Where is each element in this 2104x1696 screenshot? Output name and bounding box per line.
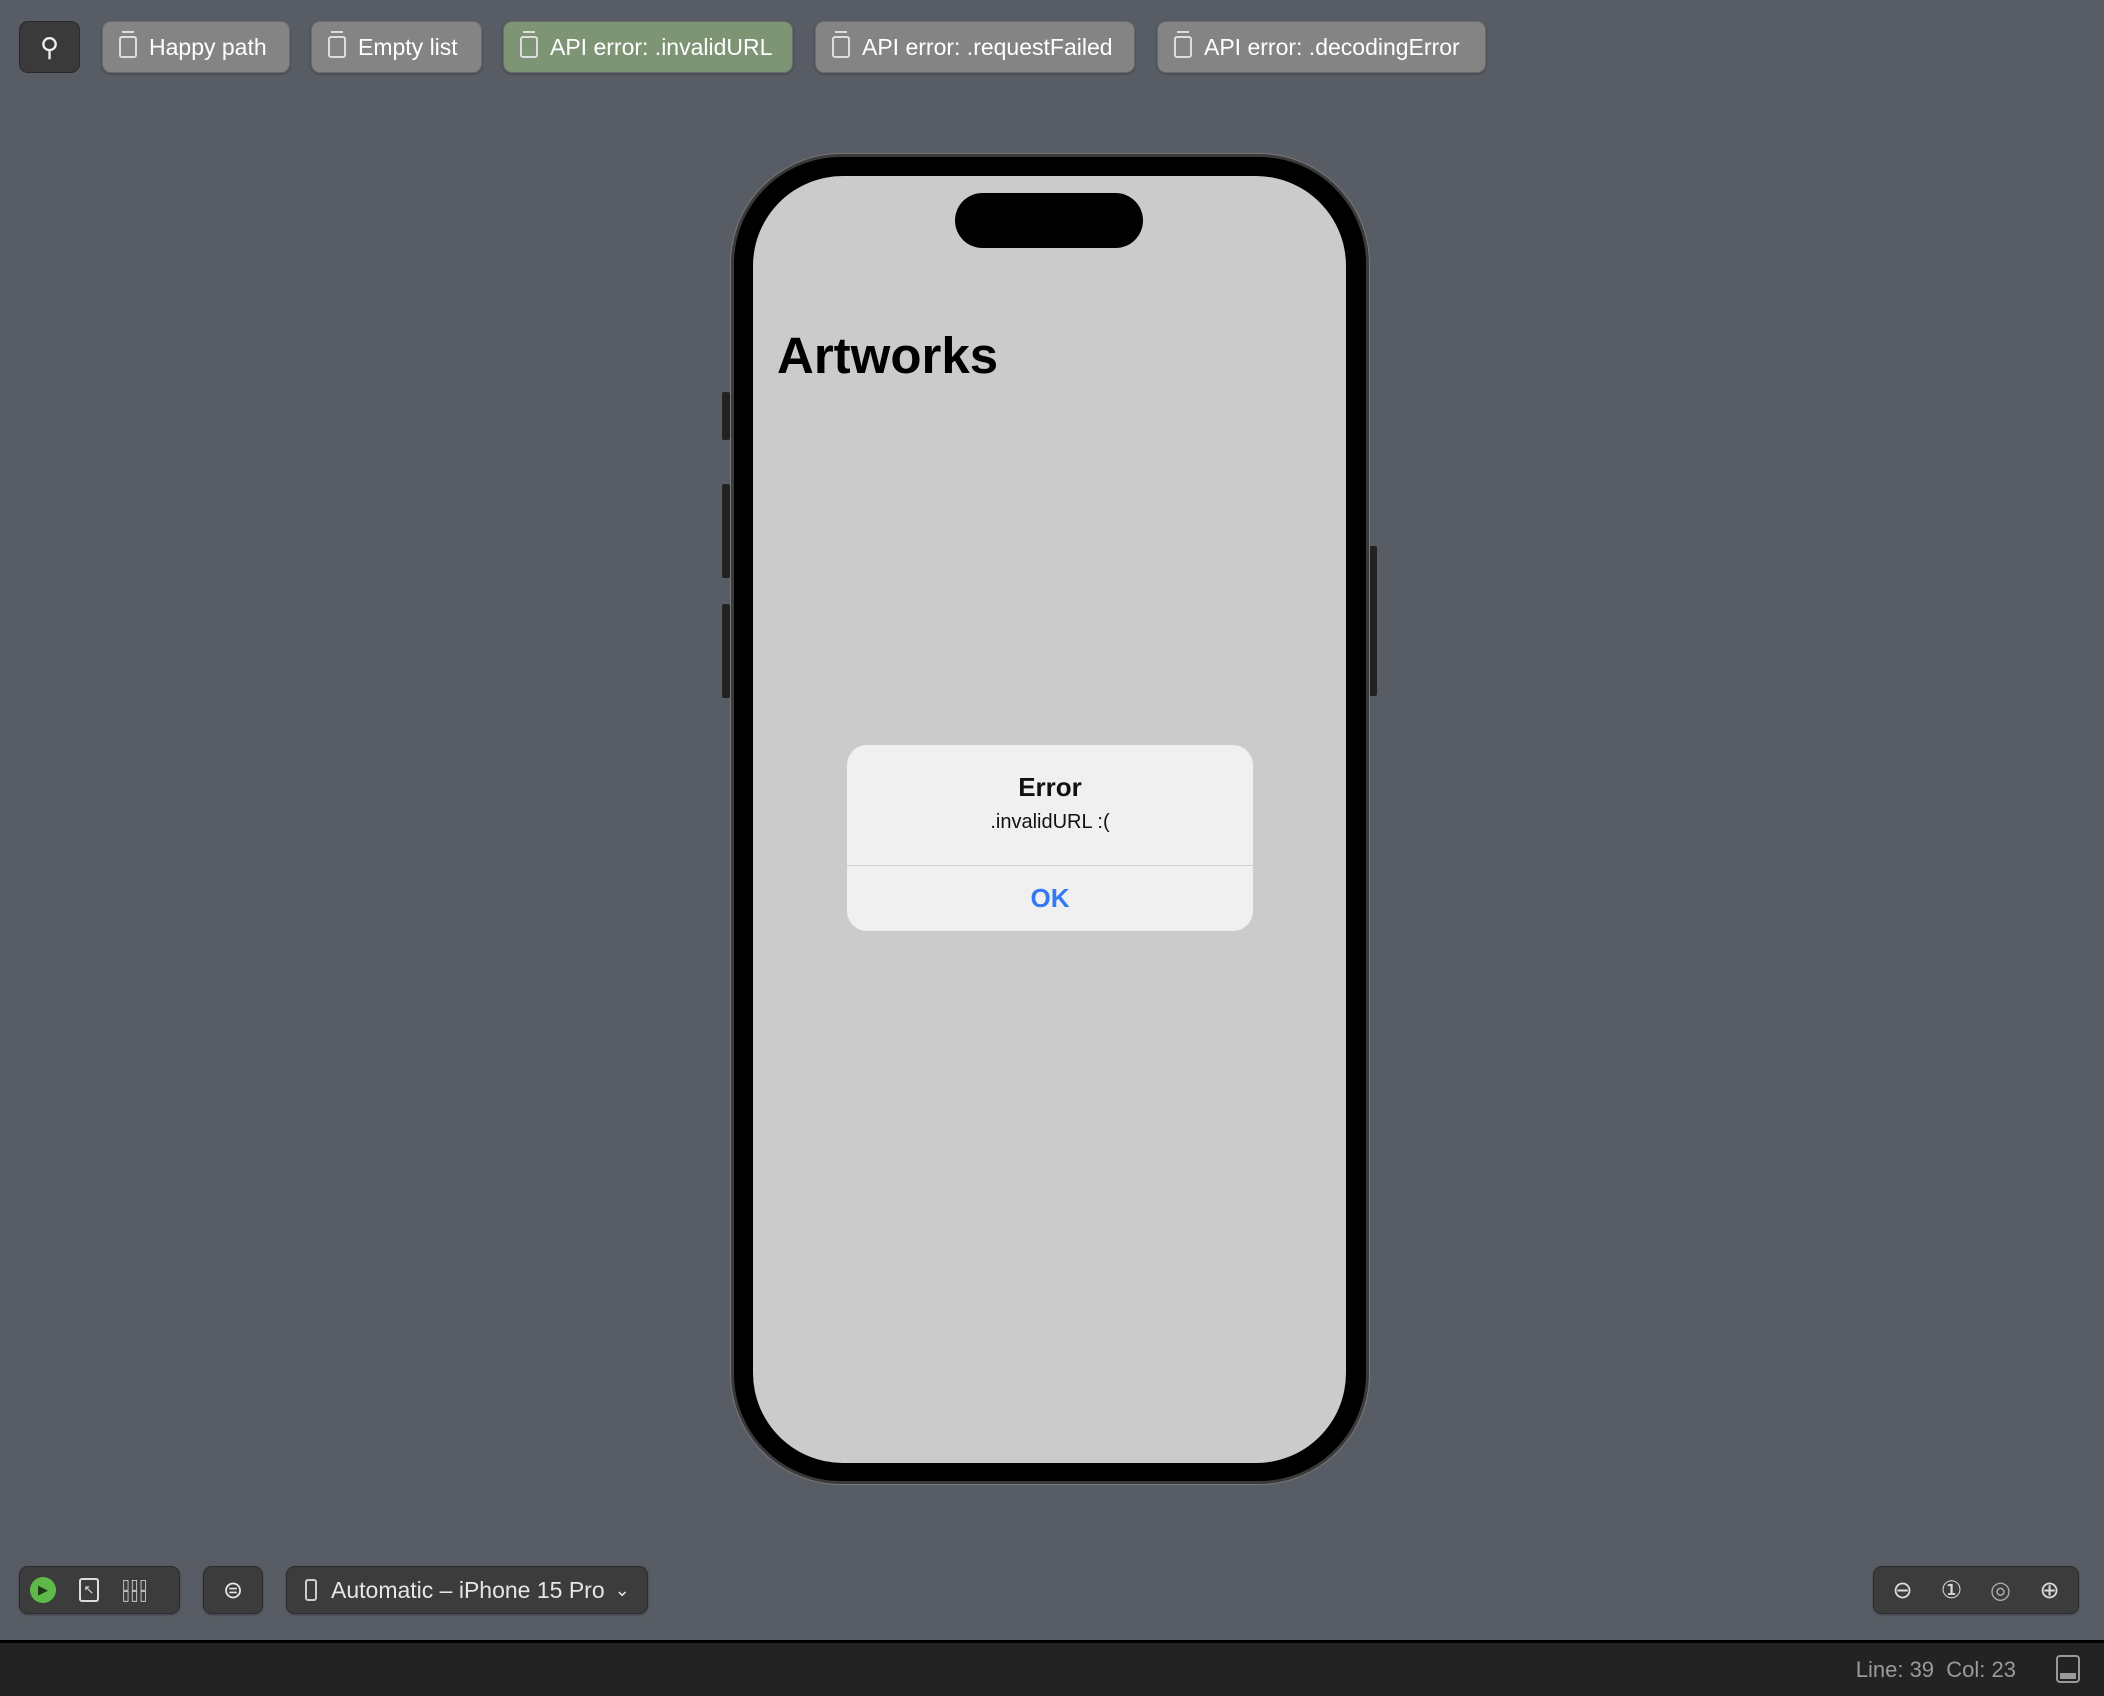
play-icon: ▶	[30, 1577, 56, 1603]
action-button	[722, 392, 730, 440]
tab-label: Empty list	[358, 33, 458, 60]
device-selector-label: Automatic – iPhone 15 Pro	[331, 1576, 605, 1603]
cursor-select-icon: ↖	[79, 1578, 99, 1602]
preview-tab-empty-list[interactable]: Empty list	[311, 21, 482, 73]
preview-tab-invalid-url[interactable]: API error: .invalidURL	[503, 21, 793, 73]
toggle-panel-icon[interactable]	[2056, 1655, 2080, 1683]
preview-icon	[1174, 31, 1192, 58]
selectable-mode-button[interactable]: ↖	[66, 1567, 112, 1613]
alert-title: Error	[1018, 772, 1082, 802]
live-mode-button[interactable]: ▶	[20, 1567, 66, 1613]
error-alert: Error .invalidURL :( OK	[847, 745, 1253, 931]
volume-up-button	[722, 484, 730, 578]
chevron-down-icon: ⌄	[614, 1579, 630, 1600]
iphone-icon	[305, 1579, 317, 1601]
alert-ok-button[interactable]: OK	[847, 866, 1253, 931]
cursor-position: Line: 39 Col: 23	[1856, 1657, 2016, 1683]
preview-icon	[832, 31, 850, 58]
preview-icon	[328, 31, 346, 58]
power-button	[1369, 546, 1377, 696]
preview-tab-happy-path[interactable]: Happy path	[102, 21, 290, 73]
tab-label: Happy path	[149, 33, 267, 60]
grid-icon: ▯▯▯ ▯▯▯	[121, 1576, 149, 1603]
preview-mode-group: ▶ ↖ ▯▯▯ ▯▯▯	[19, 1566, 180, 1614]
preview-tab-request-failed[interactable]: API error: .requestFailed	[815, 21, 1135, 73]
preview-icon	[119, 31, 137, 58]
tab-label: API error: .requestFailed	[862, 33, 1113, 60]
toggle-settings-icon: ⊜	[222, 1576, 244, 1604]
nav-title: Artworks	[777, 327, 999, 384]
variants-button[interactable]: ▯▯▯ ▯▯▯	[112, 1567, 158, 1613]
tab-label: API error: .decodingError	[1204, 33, 1460, 60]
zoom-out-icon[interactable]: ⊖	[1883, 1567, 1923, 1613]
column-number: Col: 23	[1946, 1657, 2016, 1682]
tab-label: API error: .invalidURL	[550, 33, 773, 60]
alert-message: .invalidURL :(	[990, 811, 1110, 833]
pin-preview-button[interactable]: ⚲	[19, 21, 80, 73]
zoom-actual-size-icon[interactable]: ①	[1932, 1567, 1972, 1613]
device-settings-button[interactable]: ⊜	[203, 1566, 263, 1614]
zoom-controls: ⊖ ① ◎ ⊕	[1873, 1566, 2079, 1614]
dynamic-island	[955, 193, 1143, 248]
preview-tab-decoding-error[interactable]: API error: .decodingError	[1157, 21, 1486, 73]
volume-down-button	[722, 604, 730, 698]
editor-status-bar: Line: 39 Col: 23	[0, 1640, 2104, 1696]
zoom-to-fit-icon[interactable]: ◎	[1981, 1567, 2021, 1613]
preview-icon	[520, 31, 538, 58]
line-number: Line: 39	[1855, 1657, 1935, 1682]
zoom-in-icon[interactable]: ⊕	[2030, 1567, 2070, 1613]
pin-icon: ⚲	[39, 31, 60, 62]
device-selector[interactable]: Automatic – iPhone 15 Pro ⌄	[286, 1566, 648, 1614]
